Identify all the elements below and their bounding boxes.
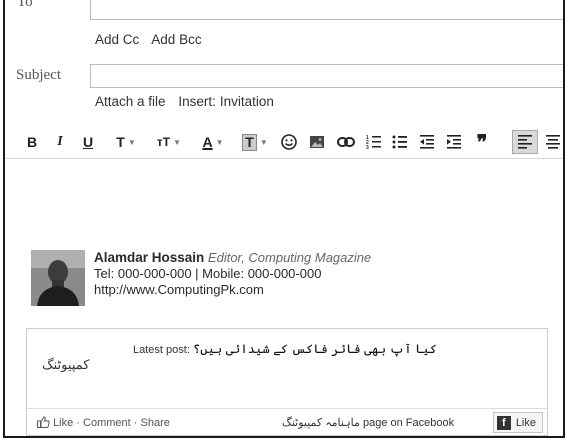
svg-text:3: 3 — [366, 145, 369, 150]
formatting-toolbar: B I U T ▼ тT ▼ A ▼ T ▼ 123 ❞ — [5, 128, 563, 159]
numbered-list-button[interactable]: 123 — [365, 130, 383, 154]
compose-window: To Add Cc Add Bcc Subject Attach a file … — [3, 0, 565, 438]
text-color-button[interactable]: A ▼ — [195, 130, 231, 154]
add-cc-link[interactable]: Add Cc — [95, 32, 139, 47]
comment-link[interactable]: Comment — [83, 417, 131, 429]
attach-row: Attach a file Insert: Invitation — [95, 94, 283, 109]
signature-name: Alamdar Hossain — [94, 250, 205, 265]
signature-phone: Tel: 000-000-000 | Mobile: 000-000-000 — [94, 266, 322, 281]
cc-bcc-links: Add Cc Add Bcc — [95, 32, 211, 47]
signature-website[interactable]: http://www.ComputingPk.com — [94, 282, 371, 298]
link-icon — [337, 137, 355, 147]
latest-post-label: Latest post: — [133, 344, 190, 356]
insert-label: Insert: — [178, 94, 216, 109]
magazine-logo: کمپیوٹنگ — [42, 357, 90, 372]
insert-link-button[interactable] — [335, 130, 357, 154]
latest-post-title: کیا آپ بھی فائر فاکس کے شیدائی ہیں؟ — [192, 342, 437, 356]
smiley-icon — [281, 134, 297, 150]
highlight-button[interactable]: T ▼ — [237, 130, 273, 154]
italic-icon: I — [57, 134, 63, 149]
invitation-link[interactable]: Invitation — [220, 94, 274, 109]
subject-field[interactable] — [90, 64, 563, 88]
thumbs-up-icon — [37, 416, 50, 428]
emoticon-button[interactable] — [279, 130, 299, 154]
highlight-icon: T — [242, 133, 257, 151]
share-link[interactable]: Share — [141, 417, 170, 429]
align-left-icon — [518, 135, 532, 149]
indent-icon — [447, 135, 461, 149]
bulleted-list-icon — [392, 135, 407, 149]
numbered-list-icon: 123 — [366, 135, 381, 150]
italic-button[interactable]: I — [51, 130, 69, 154]
facebook-footer: Like · Comment · Share ماہنامہ کمپیوٹنگ … — [27, 408, 547, 435]
align-left-button[interactable] — [512, 130, 538, 154]
bulleted-list-button[interactable] — [391, 130, 409, 154]
facebook-widget: کمپیوٹنگ Latest post: کیا آپ بھی فائر فا… — [26, 328, 548, 436]
quote-button[interactable]: ❞ — [471, 130, 493, 154]
image-icon — [310, 136, 324, 148]
facebook-icon: f — [496, 415, 511, 430]
add-bcc-link[interactable]: Add Bcc — [151, 32, 201, 47]
font-button[interactable]: T ▼ — [109, 130, 143, 154]
to-label: To — [17, 0, 33, 10]
insert-image-button[interactable] — [307, 130, 327, 154]
facebook-like-label: Like — [515, 416, 536, 429]
facebook-page-link[interactable]: ماہنامہ کمپیوٹنگ page on Facebook — [282, 416, 454, 429]
font-size-button[interactable]: тT ▼ — [151, 130, 187, 154]
latest-post[interactable]: Latest post: کیا آپ بھی فائر فاکس کے شید… — [133, 341, 437, 356]
facebook-actions: Like · Comment · Share — [37, 416, 170, 429]
facebook-like-button[interactable]: f Like — [492, 412, 543, 433]
signature-title: Editor, Computing Magazine — [207, 250, 372, 265]
align-center-icon — [546, 135, 560, 149]
subject-label: Subject — [16, 67, 61, 83]
underline-icon: U — [82, 134, 94, 150]
increase-indent-button[interactable] — [445, 130, 463, 154]
attach-file-link[interactable]: Attach a file — [95, 94, 166, 109]
chevron-down-icon: ▼ — [127, 137, 136, 147]
facebook-page-suffix: page on Facebook — [362, 417, 455, 429]
like-link[interactable]: Like — [53, 417, 73, 429]
facebook-page-name: ماہنامہ کمپیوٹنگ — [282, 417, 360, 429]
outdent-icon — [420, 135, 434, 149]
underline-button[interactable]: U — [79, 130, 97, 154]
quote-icon: ❞ — [476, 131, 488, 154]
signature-text: Alamdar Hossain Editor, Computing Magazi… — [94, 250, 371, 298]
bold-icon: B — [26, 134, 38, 150]
chevron-down-icon: ▼ — [173, 137, 182, 147]
chevron-down-icon: ▼ — [259, 137, 268, 147]
chevron-down-icon: ▼ — [215, 137, 224, 147]
font-size-icon: тT — [156, 135, 171, 149]
decrease-indent-button[interactable] — [418, 130, 436, 154]
avatar — [31, 250, 85, 306]
align-center-button[interactable] — [545, 130, 563, 154]
text-color-icon: A — [202, 134, 213, 150]
bold-button[interactable]: B — [23, 130, 41, 154]
to-field[interactable] — [90, 0, 563, 20]
font-icon: T — [116, 134, 125, 150]
